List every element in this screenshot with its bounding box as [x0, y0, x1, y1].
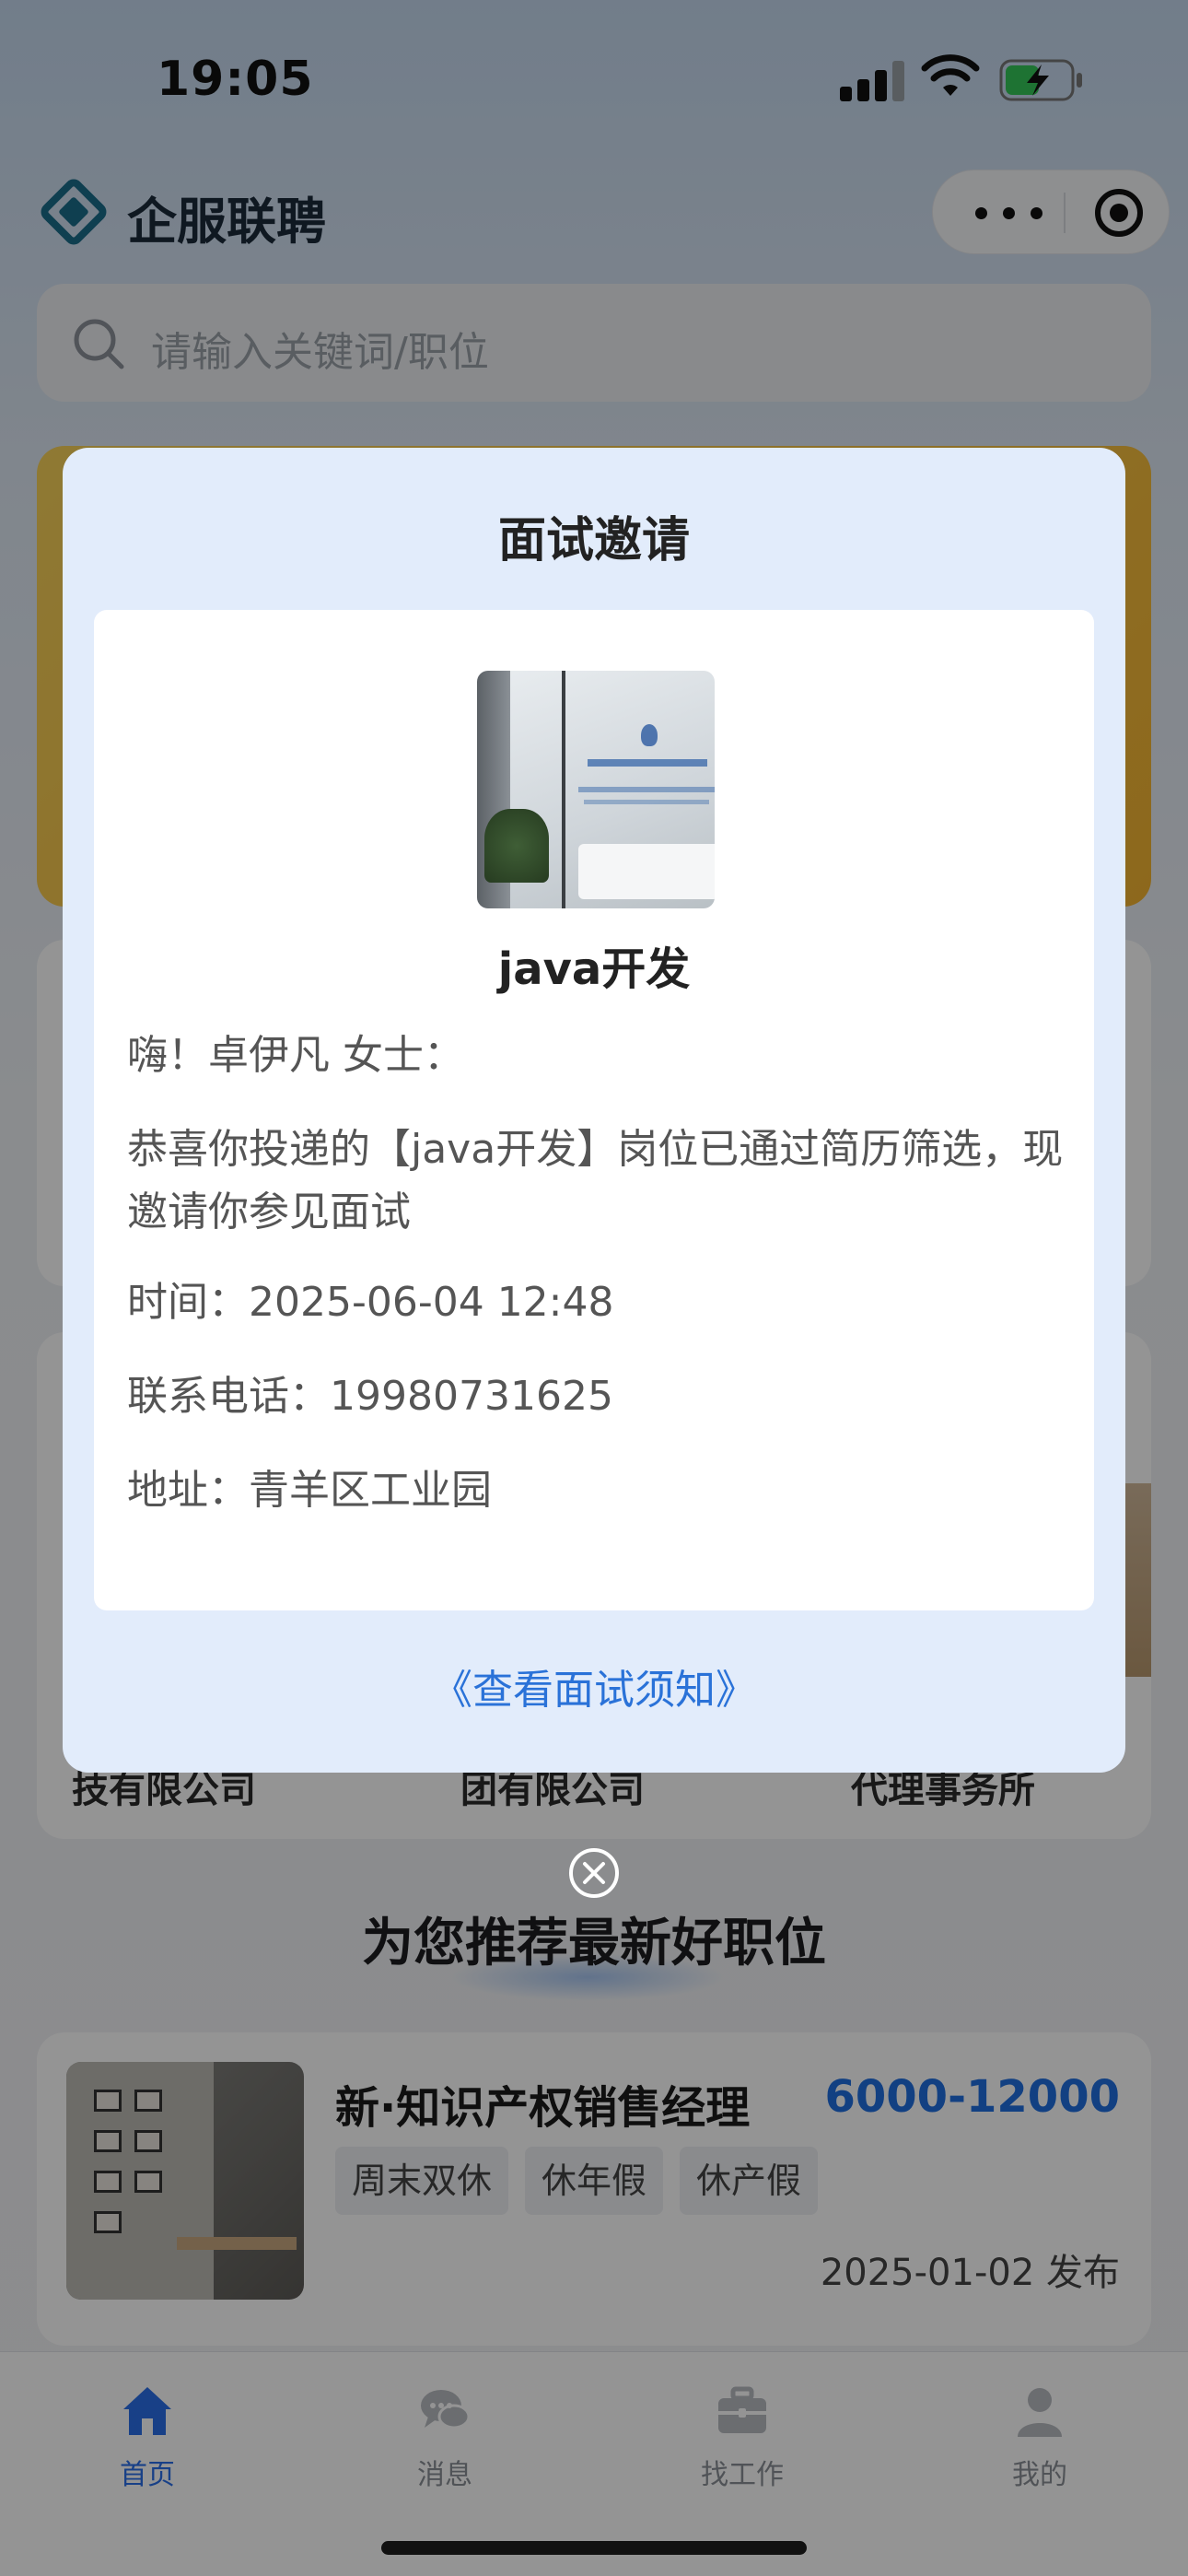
home-indicator: [381, 2541, 807, 2555]
modal-body: java开发 嗨！卓伊凡 女士： 恭喜你投递的【java开发】岗位已通过简历筛选…: [94, 610, 1094, 1610]
invitation-message: 恭喜你投递的【java开发】岗位已通过简历筛选，现邀请你参见面试: [127, 1126, 1064, 1235]
interview-invitation-modal: 面试邀请 java开发 嗨！卓伊凡 女士： 恭喜你投递的【java开发】岗位已通…: [63, 448, 1125, 1773]
modal-close-button[interactable]: [569, 1848, 619, 1898]
contact-phone: 联系电话：19980731625: [127, 1373, 613, 1420]
interview-time: 时间：2025-06-04 12:48: [127, 1279, 614, 1326]
modal-title: 面试邀请: [497, 513, 690, 568]
interview-notice-link[interactable]: 《查看面试须知》: [63, 1657, 1125, 1715]
invited-job-name: java开发: [497, 943, 691, 995]
interview-address: 地址：青羊区工业园: [127, 1467, 492, 1514]
greeting-text: 嗨！卓伊凡 女士：: [127, 1032, 464, 1079]
company-photo: [477, 671, 715, 908]
close-icon: [583, 1862, 605, 1884]
